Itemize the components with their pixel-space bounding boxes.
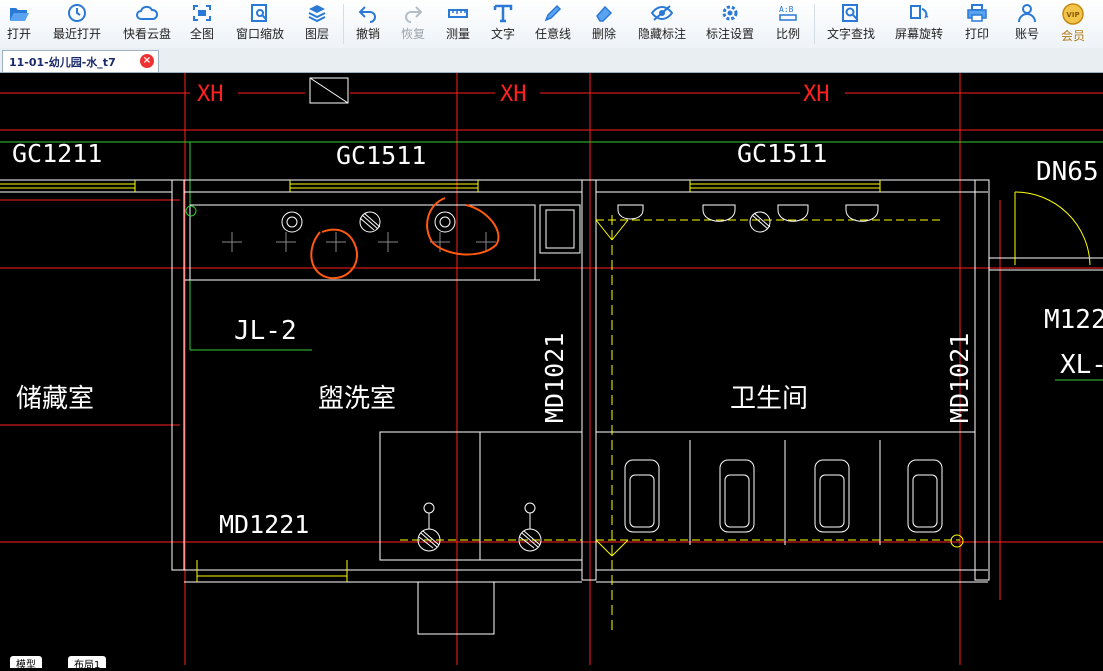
- text-search-label: 文字查找: [826, 27, 875, 41]
- toolbar: 打开 最近打开 快看云盘 全图 窗口缩放 图层 撤销 恢复 测量 文字 任意线: [0, 0, 1103, 49]
- window-label: GC1211: [12, 139, 102, 168]
- rotate-screen-icon: [910, 5, 929, 19]
- full-view-button[interactable]: 全图: [184, 0, 220, 48]
- vip-badge-icon: VIP: [1062, 3, 1084, 25]
- axis-label: XH: [500, 82, 527, 107]
- eraser-icon: [596, 5, 613, 22]
- svg-text:VIP: VIP: [1066, 11, 1079, 19]
- axis-label: XH: [197, 82, 224, 107]
- right-label: XL-: [1060, 350, 1103, 380]
- text-tool-icon: [493, 4, 513, 23]
- text-search-icon: [842, 4, 858, 22]
- account-button[interactable]: 账号: [1008, 0, 1046, 48]
- room-label-toilet: 卫生间: [730, 384, 808, 414]
- annotation-settings-button[interactable]: 标注设置: [702, 0, 758, 48]
- right-label: M122: [1044, 305, 1103, 335]
- recent-open-label: 最近打开: [52, 27, 101, 41]
- scale-icon: A:B: [779, 5, 797, 21]
- drawing-canvas[interactable]: XH XH XH GC1211 GC1511 GC1511 DN65 JL-2 …: [0, 73, 1103, 665]
- axis-label: XH: [803, 82, 830, 107]
- undo-label: 撤销: [355, 27, 380, 41]
- zoom-window-icon: [251, 4, 267, 22]
- window-zoom-button[interactable]: 窗口缩放: [232, 0, 288, 48]
- recent-clock-icon: [68, 4, 86, 22]
- close-icon[interactable]: ×: [140, 54, 154, 68]
- drawing-white-text: GC1211 GC1511 GC1511 DN65 JL-2 MD1221 M1…: [12, 139, 1103, 539]
- freeline-label: 任意线: [534, 27, 571, 41]
- user-icon: [1018, 4, 1036, 23]
- undo-icon: [358, 6, 376, 23]
- redo-label: 恢复: [400, 27, 425, 41]
- open-label: 打开: [6, 27, 31, 41]
- tab-layout1[interactable]: 布局1: [68, 656, 107, 671]
- layout-tab-bar: 模型 布局1: [0, 656, 1103, 671]
- measure-label: 测量: [445, 27, 470, 41]
- text-search-button[interactable]: 文字查找: [822, 0, 880, 48]
- scale-button[interactable]: A:B 比例: [770, 0, 806, 48]
- tab-model[interactable]: 模型: [10, 656, 42, 671]
- delete-label: 删除: [591, 27, 616, 41]
- print-label: 打印: [964, 27, 989, 41]
- text-label: 文字: [490, 27, 515, 41]
- redo-button[interactable]: 恢复: [394, 0, 432, 48]
- document-tab-title: 11-01-幼儿园-水_t7: [9, 55, 116, 69]
- document-tab-bar: 11-01-幼儿园-水_t7 ×: [0, 48, 1103, 73]
- window-label: GC1511: [737, 139, 827, 168]
- drawing-text: XH XH XH: [197, 82, 830, 107]
- toolbar-divider: [343, 4, 344, 44]
- hide-annotation-label: 隐藏标注: [637, 27, 686, 41]
- full-view-label: 全图: [189, 27, 214, 41]
- settings-icon: [722, 5, 738, 21]
- layers-button[interactable]: 图层: [298, 0, 336, 48]
- scale-label: 比例: [775, 27, 800, 41]
- delete-button[interactable]: 删除: [586, 0, 622, 48]
- window-label: GC1511: [336, 141, 426, 170]
- door-label: MD1021: [540, 333, 569, 423]
- open-button[interactable]: 打开: [0, 0, 38, 48]
- pen-icon: [544, 4, 562, 22]
- cloud-disk-label: 快看云盘: [122, 27, 171, 41]
- pipe-tag-label: JL-2: [234, 316, 297, 346]
- document-tab[interactable]: 11-01-幼儿园-水_t7 ×: [2, 50, 159, 72]
- rotate-screen-button[interactable]: 屏幕旋转: [890, 0, 948, 48]
- printer-icon: [967, 4, 987, 22]
- door-label: MD1221: [219, 510, 309, 539]
- layers-label: 图层: [304, 27, 329, 41]
- hide-annotation-button[interactable]: 隐藏标注: [634, 0, 690, 48]
- text-button[interactable]: 文字: [485, 0, 521, 48]
- room-label-storage: 储藏室: [16, 384, 94, 414]
- annotation-settings-label: 标注设置: [705, 27, 754, 41]
- print-button[interactable]: 打印: [958, 0, 996, 48]
- door-label: MD1021: [945, 333, 974, 423]
- freeline-button[interactable]: 任意线: [530, 0, 576, 48]
- redo-icon: [405, 6, 423, 23]
- vip-button[interactable]: VIP 会员: [1054, 0, 1092, 48]
- fit-all-icon: [193, 5, 211, 21]
- rotate-screen-label: 屏幕旋转: [894, 27, 943, 41]
- room-label-washroom: 盥洗室: [318, 384, 396, 414]
- annotation-marks: [310, 197, 500, 280]
- folder-open-icon: [10, 8, 29, 21]
- pipe-label: DN65: [1036, 157, 1099, 187]
- window-zoom-label: 窗口缩放: [235, 27, 284, 41]
- svg-text:A:B: A:B: [779, 5, 794, 14]
- green-marker: [185, 205, 197, 217]
- vip-label: 会员: [1060, 29, 1085, 43]
- measure-button[interactable]: 测量: [440, 0, 476, 48]
- account-label: 账号: [1014, 27, 1039, 41]
- hide-eye-icon: [650, 5, 674, 21]
- cloud-icon: [136, 5, 159, 20]
- toolbar-divider: [814, 4, 815, 44]
- recent-open-button[interactable]: 最近打开: [48, 0, 106, 48]
- undo-button[interactable]: 撤销: [350, 0, 386, 48]
- ruler-icon: [448, 9, 468, 18]
- layers-icon: [308, 5, 326, 23]
- cloud-disk-button[interactable]: 快看云盘: [118, 0, 176, 48]
